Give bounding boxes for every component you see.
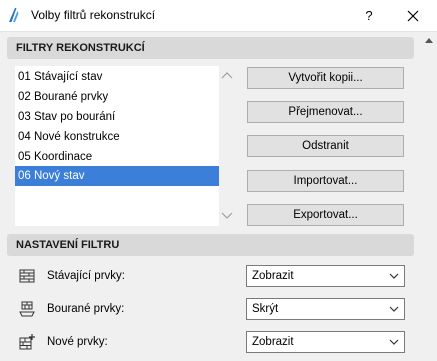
dialog-scroll-up-icon[interactable] bbox=[424, 36, 434, 44]
filter-list-item-label: 06 Nový stav bbox=[18, 170, 85, 182]
new-elements-icon bbox=[19, 334, 35, 350]
archicad-logo-icon bbox=[9, 8, 19, 22]
demolished-elements-label: Bourané prvky: bbox=[47, 303, 125, 315]
new-elements-label: Nové prvky: bbox=[47, 336, 108, 348]
filter-list[interactable]: 01 Stávající stav 02 Bourané prvky 03 St… bbox=[15, 66, 219, 226]
help-button[interactable]: ? bbox=[351, 0, 387, 31]
demolished-elements-icon bbox=[19, 301, 35, 317]
window-title: Volby filtrů rekonstrukcí bbox=[31, 8, 156, 22]
list-scroll-up-icon[interactable] bbox=[221, 71, 233, 79]
new-elements-value: Zobrazit bbox=[252, 336, 294, 348]
close-button[interactable] bbox=[395, 0, 431, 31]
new-elements-select[interactable]: Zobrazit bbox=[246, 331, 405, 353]
title-bar[interactable]: Volby filtrů rekonstrukcí ? bbox=[0, 0, 437, 32]
chevron-down-icon bbox=[389, 339, 399, 345]
filter-list-item-selected[interactable]: 06 Nový stav bbox=[15, 166, 219, 186]
demolished-elements-select[interactable]: Skrýt bbox=[246, 298, 405, 320]
filter-list-item[interactable]: 03 Stav po bourání bbox=[15, 107, 219, 127]
filter-list-item[interactable]: 01 Stávající stav bbox=[15, 67, 219, 87]
existing-elements-value: Zobrazit bbox=[252, 270, 294, 282]
filter-list-item[interactable]: 05 Koordinace bbox=[15, 147, 219, 167]
filter-list-item-label: 01 Stávající stav bbox=[18, 71, 103, 83]
filter-list-item[interactable]: 02 Bourané prvky bbox=[15, 87, 219, 107]
rename-button[interactable]: Přejmenovat... bbox=[247, 101, 404, 123]
filter-list-item-label: 03 Stav po bourání bbox=[18, 111, 116, 123]
filter-list-item-label: 04 Nové konstrukce bbox=[18, 131, 120, 143]
existing-elements-label: Stávající prvky: bbox=[47, 270, 125, 282]
delete-button[interactable]: Odstranit bbox=[247, 135, 404, 157]
demolished-elements-value: Skrýt bbox=[252, 303, 279, 315]
existing-elements-select[interactable]: Zobrazit bbox=[246, 265, 405, 287]
import-button[interactable]: Importovat... bbox=[247, 170, 404, 192]
close-icon bbox=[407, 10, 419, 21]
list-scroll-down-icon[interactable] bbox=[221, 212, 233, 220]
chevron-down-icon bbox=[389, 273, 399, 279]
filter-list-item-label: 02 Bourané prvky bbox=[18, 91, 109, 103]
chevron-down-icon bbox=[389, 306, 399, 312]
reconstruction-filter-options-dialog: Volby filtrů rekonstrukcí ? FILTRY REKON… bbox=[0, 0, 437, 361]
filter-settings-section-header[interactable]: NASTAVENÍ FILTRU bbox=[7, 234, 414, 256]
export-button[interactable]: Exportovat... bbox=[247, 204, 404, 226]
filter-list-item[interactable]: 04 Nové konstrukce bbox=[15, 127, 219, 147]
filters-section-header[interactable]: FILTRY REKONSTRUKCÍ bbox=[7, 37, 414, 59]
filter-list-item-label: 05 Koordinace bbox=[18, 151, 93, 163]
existing-elements-icon bbox=[19, 269, 35, 283]
help-icon: ? bbox=[365, 8, 373, 23]
duplicate-button[interactable]: Vytvořit kopii... bbox=[247, 67, 404, 89]
